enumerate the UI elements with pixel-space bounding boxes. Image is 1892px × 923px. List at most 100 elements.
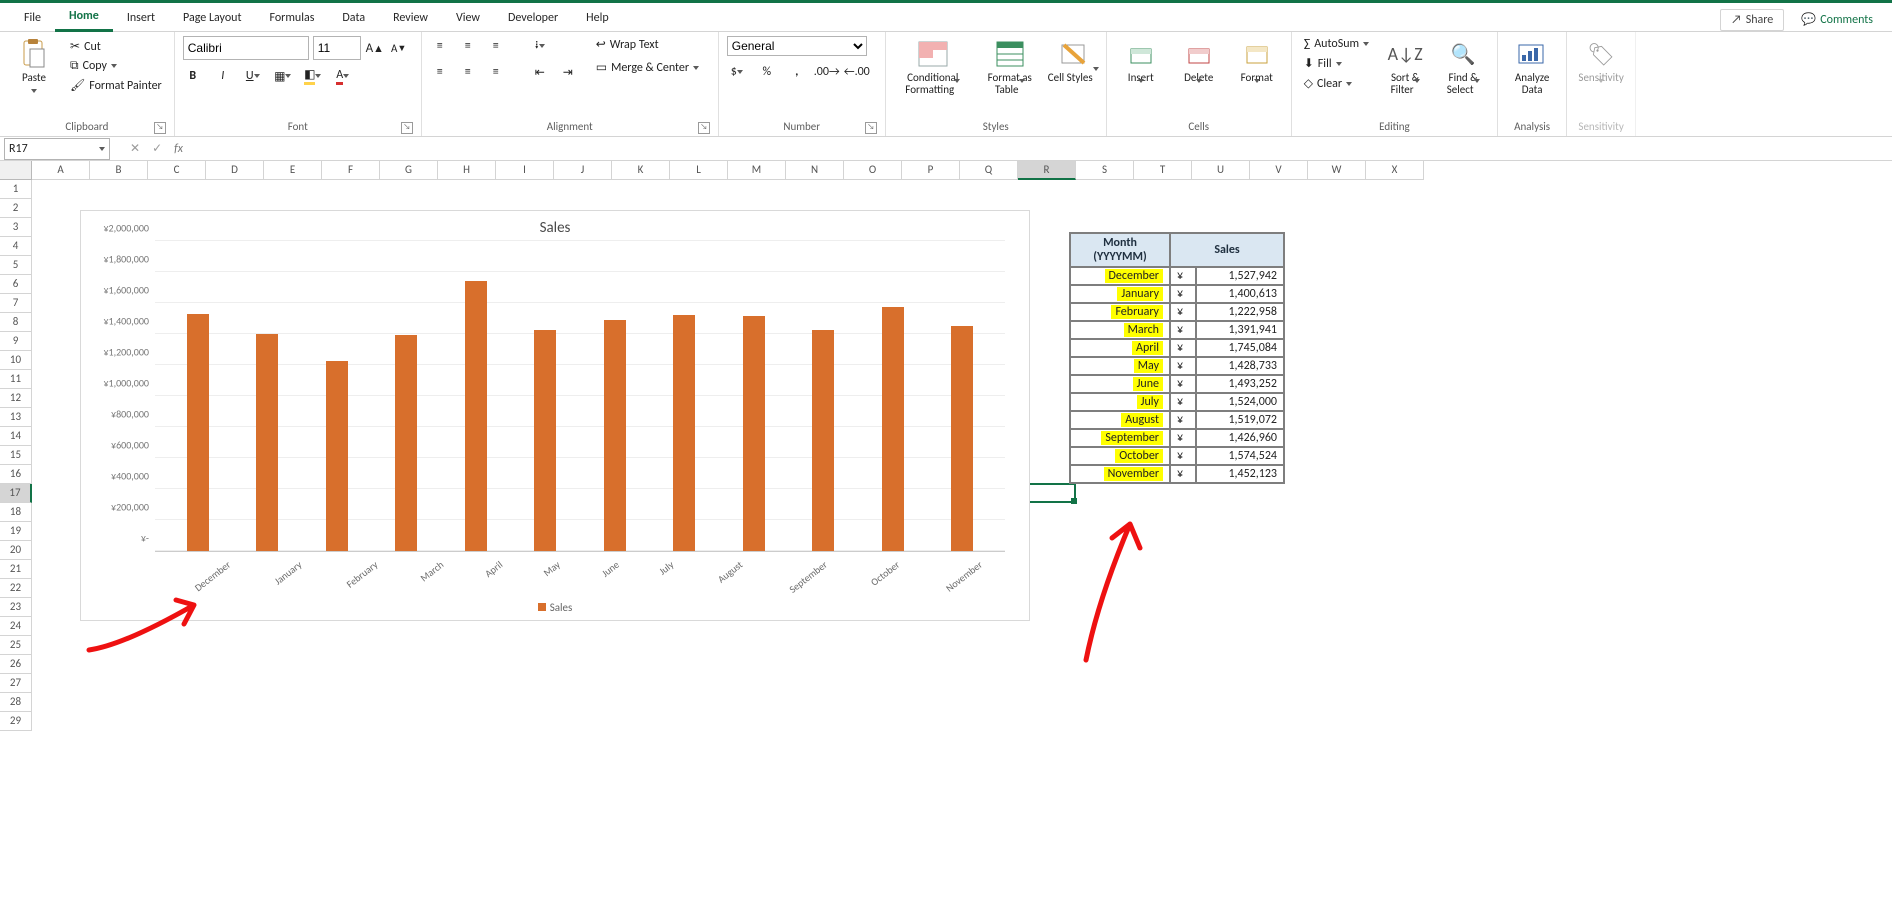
font-size-input[interactable]	[313, 36, 361, 60]
bar[interactable]	[534, 330, 556, 551]
table-row[interactable]: February¥1,222,958	[1070, 303, 1284, 321]
format-painter-button[interactable]: 🖌Format Painter	[66, 77, 166, 94]
col-header[interactable]: I	[496, 161, 554, 180]
table-row[interactable]: August¥1,519,072	[1070, 411, 1284, 429]
shrink-font-icon[interactable]: A▼	[389, 38, 409, 58]
table-row[interactable]: March¥1,391,941	[1070, 321, 1284, 339]
table-row[interactable]: December¥1,527,942	[1070, 267, 1284, 285]
delete-button[interactable]: Delete	[1173, 36, 1225, 96]
row-header[interactable]: 15	[0, 446, 32, 465]
percent-icon[interactable]: %	[757, 62, 777, 82]
conditional-formatting-button[interactable]: Conditional Formatting	[894, 36, 972, 96]
tab-file[interactable]: File	[10, 7, 55, 31]
col-header[interactable]: X	[1366, 161, 1424, 180]
bar[interactable]	[256, 334, 278, 551]
dec-decimal-icon[interactable]: ←.00	[847, 62, 867, 82]
tab-view[interactable]: View	[442, 7, 494, 31]
align-center-icon[interactable]: ≡	[458, 62, 478, 82]
cut-button[interactable]: ✂Cut	[66, 38, 166, 55]
bar[interactable]	[326, 361, 348, 551]
table-row[interactable]: July¥1,524,000	[1070, 393, 1284, 411]
table-row[interactable]: January¥1,400,613	[1070, 285, 1284, 303]
row-header[interactable]: 18	[0, 503, 32, 522]
inc-decimal-icon[interactable]: .00→	[817, 62, 837, 82]
cell-styles-button[interactable]: Cell Styles	[1048, 36, 1098, 84]
tab-page-layout[interactable]: Page Layout	[169, 7, 255, 31]
bar[interactable]	[395, 335, 417, 551]
currency-icon[interactable]: $	[727, 62, 747, 82]
col-header[interactable]: V	[1250, 161, 1308, 180]
find-select-button[interactable]: 🔍Find & Select	[1437, 36, 1489, 96]
col-header[interactable]: J	[554, 161, 612, 180]
col-header[interactable]: E	[264, 161, 322, 180]
row-header[interactable]: 3	[0, 218, 32, 237]
fill-handle[interactable]	[1071, 498, 1077, 504]
insert-button[interactable]: Insert	[1115, 36, 1167, 96]
merge-center-button[interactable]: ▭Merge & Center	[592, 59, 703, 76]
row-header[interactable]: 23	[0, 598, 32, 617]
grow-font-icon[interactable]: A▲	[365, 38, 385, 58]
row-header[interactable]: 8	[0, 313, 32, 332]
col-header[interactable]: B	[90, 161, 148, 180]
comments-button[interactable]: 💬Comments	[1790, 8, 1884, 31]
tab-home[interactable]: Home	[55, 5, 113, 32]
tab-data[interactable]: Data	[328, 7, 379, 31]
tab-developer[interactable]: Developer	[494, 7, 572, 31]
row-header[interactable]: 6	[0, 275, 32, 294]
col-header[interactable]: A	[32, 161, 90, 180]
col-header[interactable]: C	[148, 161, 206, 180]
row-header[interactable]: 9	[0, 332, 32, 351]
bar[interactable]	[882, 307, 904, 551]
row-header[interactable]: 7	[0, 294, 32, 313]
row-header[interactable]: 21	[0, 560, 32, 579]
font-color-button[interactable]: A	[333, 66, 353, 86]
table-row[interactable]: September¥1,426,960	[1070, 429, 1284, 447]
row-header[interactable]: 20	[0, 541, 32, 560]
align-left-icon[interactable]: ≡	[430, 62, 450, 82]
align-top-icon[interactable]: ≡	[430, 36, 450, 56]
col-header[interactable]: R	[1018, 161, 1076, 180]
row-header[interactable]: 16	[0, 465, 32, 484]
bar[interactable]	[465, 281, 487, 551]
col-header[interactable]: O	[844, 161, 902, 180]
tab-help[interactable]: Help	[572, 7, 623, 31]
row-header[interactable]: 13	[0, 408, 32, 427]
row-header[interactable]: 17	[0, 484, 32, 503]
col-header[interactable]: M	[728, 161, 786, 180]
col-header[interactable]: U	[1192, 161, 1250, 180]
table-row[interactable]: October¥1,574,524	[1070, 447, 1284, 465]
row-header[interactable]: 26	[0, 655, 32, 674]
clipboard-dialog-icon[interactable]: ↘	[154, 122, 166, 134]
fx-icon[interactable]: fx	[174, 142, 183, 156]
col-header[interactable]: F	[322, 161, 380, 180]
tab-review[interactable]: Review	[379, 7, 442, 31]
col-header[interactable]: K	[612, 161, 670, 180]
row-header[interactable]: 29	[0, 712, 32, 731]
row-header[interactable]: 1	[0, 180, 32, 199]
accept-formula-icon[interactable]: ✓	[152, 141, 162, 156]
table-row[interactable]: November¥1,452,123	[1070, 465, 1284, 483]
borders-button[interactable]: ▦	[273, 66, 293, 86]
analyze-data-button[interactable]: Analyze Data	[1506, 36, 1558, 96]
copy-button[interactable]: ⧉Copy	[66, 58, 166, 74]
col-header[interactable]: L	[670, 161, 728, 180]
row-header[interactable]: 11	[0, 370, 32, 389]
select-all-corner[interactable]	[0, 161, 32, 180]
tab-formulas[interactable]: Formulas	[255, 7, 328, 31]
share-button[interactable]: ↗Share	[1720, 9, 1784, 31]
fill-color-button[interactable]: ◧	[303, 66, 323, 86]
name-box[interactable]: R17	[4, 138, 110, 160]
formula-bar[interactable]	[187, 139, 1892, 159]
row-header[interactable]: 24	[0, 617, 32, 636]
row-header[interactable]: 10	[0, 351, 32, 370]
sensitivity-button[interactable]: 🏷Sensitivity	[1575, 36, 1627, 96]
alignment-dialog-icon[interactable]: ↘	[698, 122, 710, 134]
data-table[interactable]: Month (YYYYMM)Sales December¥1,527,942Ja…	[1069, 232, 1285, 484]
col-header[interactable]: Q	[960, 161, 1018, 180]
number-format-select[interactable]: General	[727, 36, 867, 56]
bar[interactable]	[812, 330, 834, 551]
row-header[interactable]: 28	[0, 693, 32, 712]
bar[interactable]	[187, 314, 209, 551]
underline-button[interactable]: U	[243, 66, 263, 86]
paste-button[interactable]: Paste	[8, 36, 60, 96]
